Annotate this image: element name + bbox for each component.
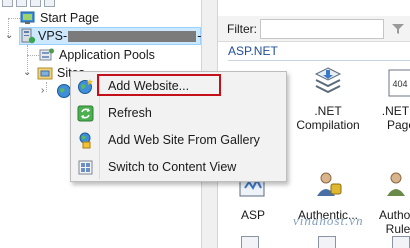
partial-feature-icon [318, 236, 336, 248]
tree-line [8, 18, 20, 19]
watermark: vinahost.vn [293, 213, 364, 228]
start-page-icon [20, 10, 36, 26]
menu-item-label: Add Web Site From Gallery [108, 133, 260, 147]
feature-label-line1: .NET [314, 104, 342, 118]
feature-label-line1: ASP [240, 208, 265, 222]
menu-item-label: Refresh [108, 106, 152, 120]
server-icon [20, 28, 36, 44]
authentication-icon [312, 170, 344, 204]
authorization-icon [382, 170, 410, 204]
menu-item-switch-content-view[interactable]: Switch to Content View [73, 155, 284, 180]
redacted-server-name [68, 30, 197, 42]
tree-item-start-page[interactable]: Start Page [20, 9, 99, 27]
tree-item-server[interactable]: VPS- - [20, 27, 201, 45]
sites-context-menu: Add Website... Refresh Add Web Site From… [70, 71, 287, 182]
menu-item-add-from-gallery[interactable]: Add Web Site From Gallery [73, 128, 284, 153]
connections-toolbar [0, 0, 60, 8]
collapse-icon[interactable]: ⌄ [23, 67, 31, 78]
feature-authorization-rules[interactable]: Authori Rule [368, 170, 410, 236]
toolbar-button[interactable] [16, 0, 27, 7]
content-view-icon [77, 159, 94, 176]
section-header-aspnet: ASP.NET [228, 44, 278, 58]
tree-line [27, 55, 39, 56]
gallery-icon [77, 132, 94, 149]
sites-folder-icon [37, 65, 53, 81]
filter-input[interactable] [260, 19, 384, 39]
toolbar-button[interactable] [2, 0, 13, 7]
net-compilation-icon [312, 66, 344, 100]
add-website-icon [77, 78, 94, 95]
tree-item-application-pools[interactable]: Application Pools [39, 46, 155, 64]
toolbar-button[interactable] [30, 0, 41, 7]
feature-label-line1: Authori [378, 208, 410, 222]
partial-feature-icon [241, 236, 259, 248]
refresh-icon [77, 105, 94, 122]
filter-go-button[interactable] [386, 19, 410, 39]
tree-item-label: Application Pools [59, 48, 155, 62]
menu-item-label: Switch to Content View [108, 160, 237, 174]
feature-label-line2: Compilation [296, 118, 360, 132]
filter-bar: Filter: [218, 16, 410, 42]
tree-line [46, 82, 47, 92]
feature-net-compilation[interactable]: .NET Compilation [293, 66, 363, 132]
section-divider [228, 60, 410, 61]
feature-label-line1: .NET E [381, 104, 410, 118]
expand-icon[interactable]: › [41, 85, 44, 96]
server-name-prefix: VPS- [38, 29, 68, 43]
tree-item-label: Start Page [40, 11, 100, 25]
filter-label: Filter: [227, 22, 257, 36]
highlight-annotation [97, 74, 221, 96]
funnel-icon [392, 24, 404, 34]
collapse-icon[interactable]: ⌄ [5, 30, 13, 41]
partial-feature-icon [392, 236, 410, 248]
feature-label-line2: Rule [385, 222, 410, 236]
feature-net-error-pages[interactable]: 404 .NET E Page [371, 66, 410, 132]
error-pages-icon: 404 [385, 66, 410, 100]
application-pools-icon [39, 47, 55, 63]
error-badge-text: 404 [392, 79, 407, 89]
toolbar-button[interactable] [44, 0, 55, 7]
feature-label-line2: Page [386, 118, 410, 132]
menu-item-refresh[interactable]: Refresh [73, 101, 284, 126]
